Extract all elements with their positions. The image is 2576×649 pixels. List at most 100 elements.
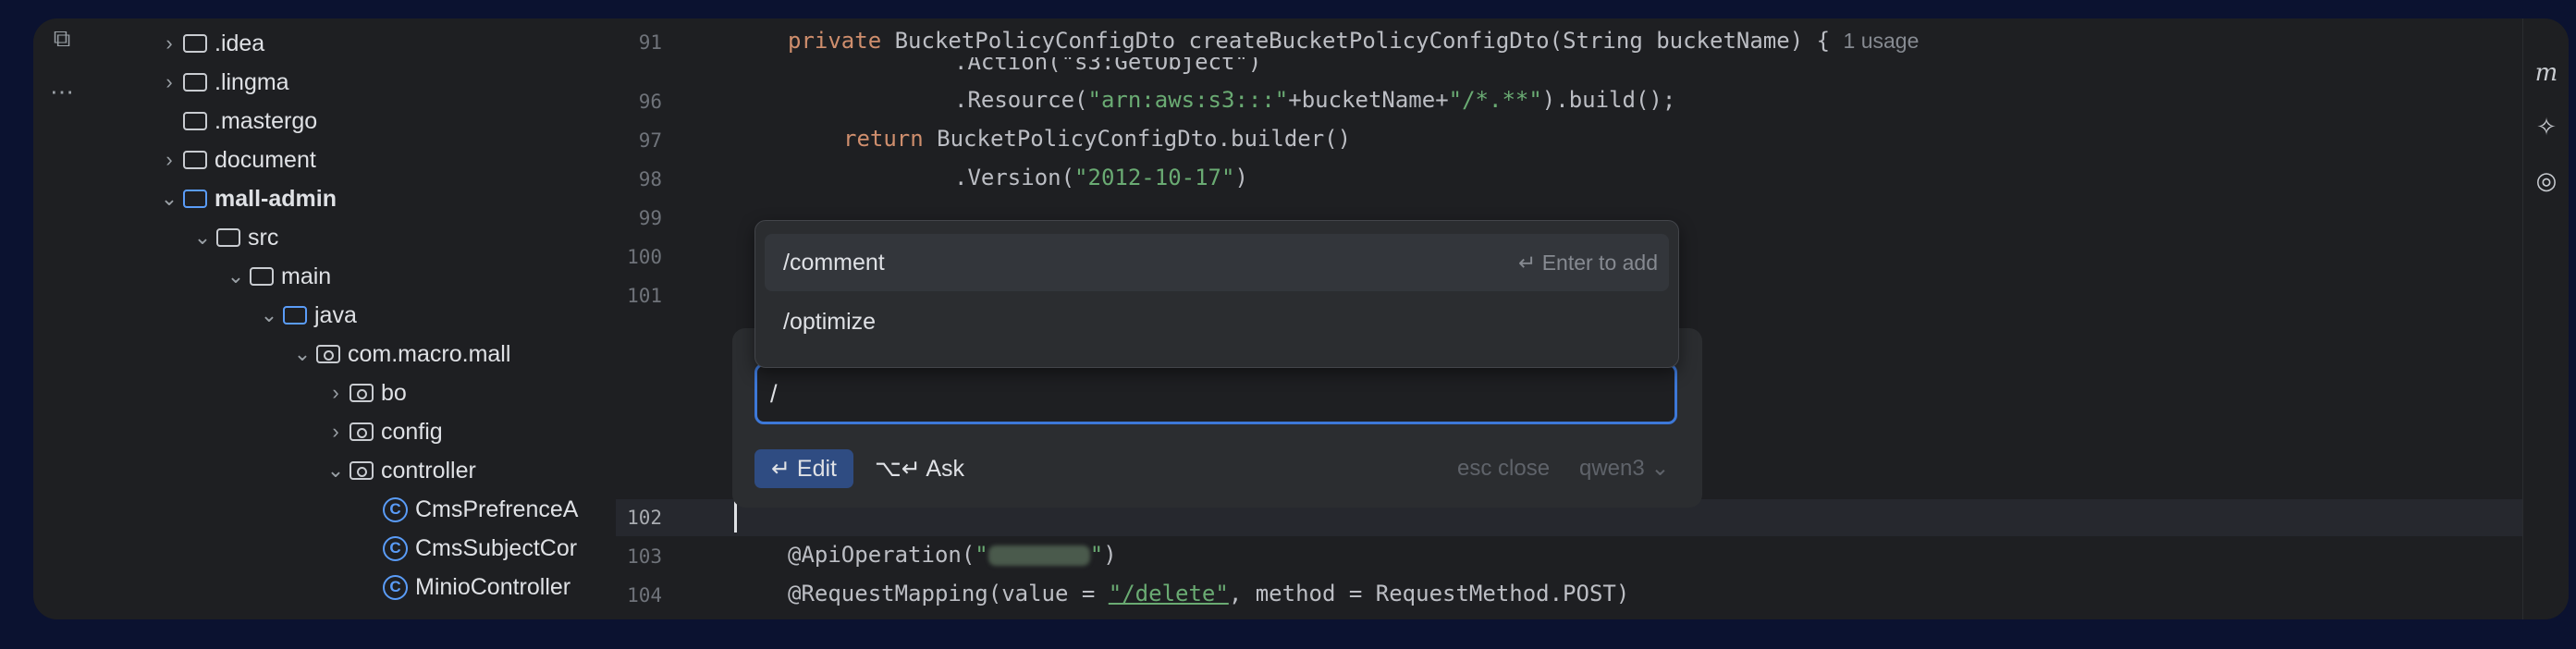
code-string: "2012-10-17" [1074, 165, 1235, 190]
esc-close-hint[interactable]: esc close [1457, 449, 1550, 488]
folder-icon [183, 34, 207, 53]
tree-item-idea[interactable]: › .idea [91, 24, 616, 63]
line-number: 99 [638, 207, 662, 229]
project-tree: › .idea › .lingma .mastergo › document ⌄… [91, 18, 617, 619]
tree-item-class[interactable]: C CmsSubjectCor [91, 529, 616, 568]
command-popup: /comment ↵ Enter to add /optimize [754, 220, 1679, 368]
chevron-right-icon[interactable]: › [155, 148, 183, 172]
m-icon[interactable]: m [2531, 57, 2562, 89]
code-string-link[interactable]: "/delete" [1109, 581, 1229, 606]
swirl-icon[interactable]: ◎ [2531, 165, 2562, 196]
inline-chat-input[interactable]: / [754, 363, 1677, 424]
code-keyword: return [843, 126, 924, 152]
module-folder-icon [183, 190, 207, 208]
chevron-down-icon[interactable]: ⌄ [155, 187, 183, 211]
ide-window: ⧉ ⋯ › .idea › .lingma .mastergo › docume… [33, 18, 2569, 619]
edit-button-label: Edit [796, 456, 837, 482]
tree-item-label: CmsSubjectCor [415, 534, 578, 561]
source-folder-icon [283, 306, 307, 324]
chevron-down-icon[interactable]: ⌄ [322, 459, 350, 483]
tree-item-class[interactable]: C CmsPrefrenceA [91, 490, 616, 529]
class-icon: C [383, 496, 408, 522]
tree-item-label: .idea [215, 30, 265, 56]
code-line-98: .Version("2012-10-17") [954, 165, 1248, 190]
right-tool-strip: m ✧ ◎ [2522, 18, 2569, 619]
tree-item-config[interactable]: › config [91, 412, 616, 451]
line-number: 96 [638, 91, 662, 113]
chevron-right-icon[interactable]: › [155, 70, 183, 94]
chevron-down-icon[interactable]: ⌄ [255, 303, 283, 327]
folder-icon [183, 73, 207, 92]
tree-item-label: .mastergo [215, 107, 318, 134]
tree-item-label: .lingma [215, 68, 289, 95]
code-text: .Action("s3:GetObject") [954, 57, 1262, 75]
code-line-97: return BucketPolicyConfigDto.builder() [843, 126, 1351, 152]
structure-icon[interactable]: ⧉ [46, 22, 78, 54]
chevron-right-icon[interactable]: › [322, 420, 350, 444]
tree-item-class[interactable]: C MinioController [91, 568, 616, 606]
code-keyword: private [788, 28, 882, 54]
folder-icon [183, 112, 207, 130]
left-tool-strip: ⧉ ⋯ [33, 18, 92, 619]
tree-item-label: java [314, 301, 357, 328]
code-line-103: @ApiOperation(" ") [788, 542, 1117, 568]
line-number: 98 [638, 168, 662, 190]
ask-button-label: Ask [926, 456, 965, 482]
code-text: .Resource( [954, 87, 1088, 113]
edit-button[interactable]: ↵ Edit [754, 449, 853, 488]
chevron-down-icon[interactable]: ⌄ [189, 226, 216, 250]
code-text: @RequestMapping(value = [788, 581, 1109, 606]
code-text: ) [1234, 165, 1248, 190]
code-string: "/*.**" [1448, 87, 1542, 113]
chevron-right-icon[interactable]: › [155, 31, 183, 55]
tree-item-label: config [381, 418, 443, 445]
tree-item-label: document [215, 146, 316, 173]
package-icon [350, 384, 374, 402]
tree-item-label: com.macro.mall [348, 340, 511, 367]
tree-item-main[interactable]: ⌄ main [91, 257, 616, 296]
command-item-comment[interactable]: /comment ↵ Enter to add [765, 234, 1669, 291]
enter-to-add-hint: ↵ Enter to add [1518, 234, 1658, 291]
class-icon: C [383, 535, 408, 561]
tree-item-mastergo[interactable]: .mastergo [91, 102, 616, 141]
tree-item-label: src [248, 224, 279, 251]
enter-icon: ↵ [1518, 251, 1537, 275]
tree-item-lingma[interactable]: › .lingma [91, 63, 616, 102]
tree-item-com-macro-mall[interactable]: ⌄ com.macro.mall [91, 335, 616, 373]
line-number: 97 [638, 129, 662, 152]
tree-item-mall-admin[interactable]: ⌄ mall-admin [91, 179, 616, 218]
ai-assistant-icon[interactable]: ✧ [2531, 111, 2562, 142]
tree-item-label: MinioController [415, 573, 571, 600]
more-icon[interactable]: ⋯ [46, 76, 78, 107]
tree-item-bo[interactable]: › bo [91, 373, 616, 412]
code-text: , method = RequestMethod.POST) [1228, 581, 1630, 606]
folder-icon [250, 267, 274, 286]
class-icon: C [383, 574, 408, 600]
ask-button[interactable]: ⌥↵ Ask [875, 449, 964, 488]
code-text: BucketPolicyConfigDto.builder() [923, 126, 1352, 152]
code-line-91: private BucketPolicyConfigDto createBuck… [788, 28, 1919, 54]
tree-item-java[interactable]: ⌄ java [91, 296, 616, 335]
line-number: 101 [627, 285, 662, 307]
chevron-down-icon[interactable]: ⌄ [288, 342, 316, 366]
tree-item-controller[interactable]: ⌄ controller [91, 451, 616, 490]
enter-hint-label: Enter to add [1541, 251, 1658, 275]
chevron-right-icon[interactable]: › [322, 381, 350, 405]
chevron-down-icon[interactable]: ⌄ [222, 264, 250, 288]
code-line-104: @RequestMapping(value = "/delete", metho… [788, 581, 1629, 606]
usage-hint[interactable]: 1 usage [1844, 29, 1920, 53]
redacted-text [987, 545, 1090, 566]
command-item-optimize[interactable]: /optimize [765, 293, 1669, 350]
tree-item-label: controller [381, 457, 476, 484]
option-enter-icon: ⌥↵ [875, 456, 921, 482]
tree-item-document[interactable]: › document [91, 141, 616, 179]
code-line-96: .Resource("arn:aws:s3:::"+bucketName+"/*… [954, 87, 1675, 113]
tree-item-src[interactable]: ⌄ src [91, 218, 616, 257]
code-text: ).build(); [1541, 87, 1676, 113]
line-number: 91 [638, 31, 662, 54]
package-icon [316, 345, 340, 363]
code-string: " [1089, 542, 1104, 568]
line-number: 100 [627, 246, 662, 268]
package-icon [350, 461, 374, 480]
model-selector[interactable]: qwen3 ⌄ [1579, 449, 1670, 488]
